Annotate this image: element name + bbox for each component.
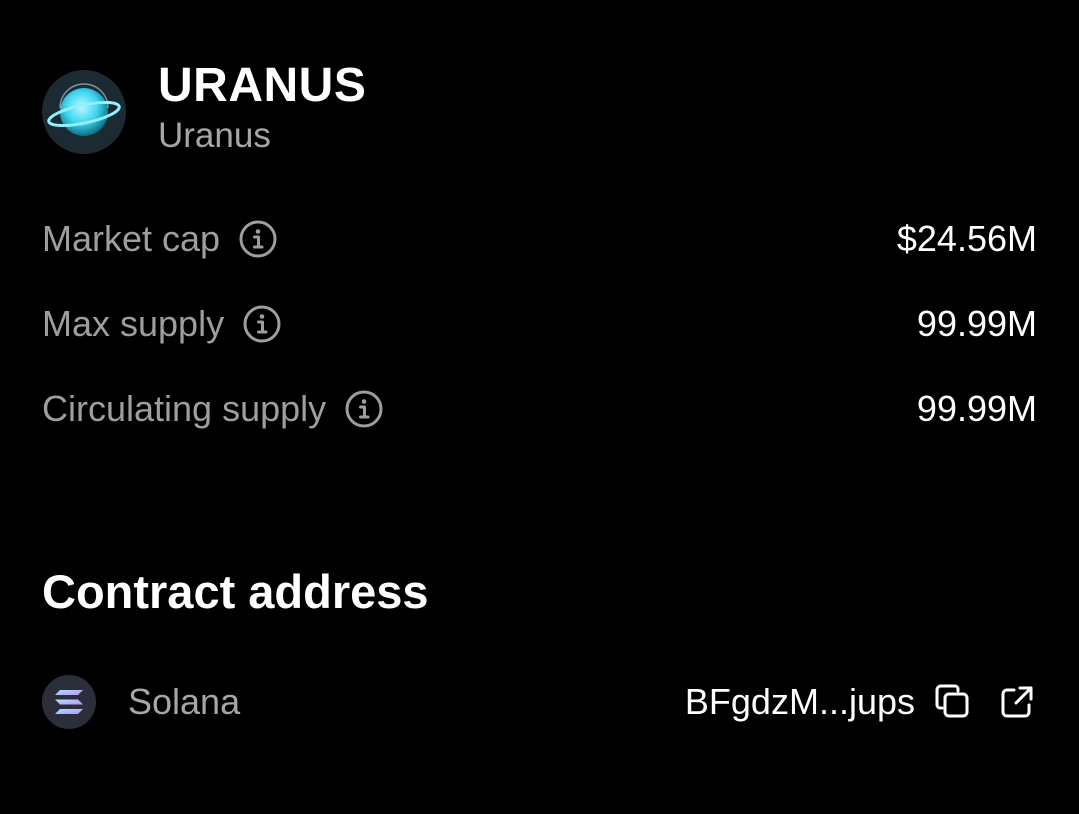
token-stats: Market cap $24.56M Max supply 99.99M Cir…: [42, 214, 1037, 469]
info-icon[interactable]: [238, 219, 278, 259]
info-icon[interactable]: [242, 304, 282, 344]
contract-row: Solana BFgdzM...jups: [42, 674, 1037, 730]
chain-name: Solana: [128, 681, 241, 722]
stat-row-max-supply: Max supply 99.99M: [42, 299, 1037, 349]
contract-address[interactable]: BFgdzM...jups: [685, 681, 915, 723]
external-link-icon[interactable]: [997, 682, 1037, 722]
token-name: Uranus: [158, 116, 271, 155]
token-header: URANUS Uranus: [42, 60, 366, 156]
stat-label: Circulating supply: [42, 388, 327, 429]
stat-label: Market cap: [42, 218, 221, 259]
stat-row-circulating-supply: Circulating supply 99.99M: [42, 384, 1037, 434]
stat-value: 99.99M: [916, 303, 1037, 344]
uranus-planet-logo: [42, 70, 126, 154]
info-icon[interactable]: [344, 389, 384, 429]
solana-logo: [42, 675, 96, 729]
stat-label: Max supply: [42, 303, 225, 344]
copy-icon[interactable]: [933, 682, 973, 722]
token-symbol: URANUS: [158, 59, 367, 112]
stat-value: 99.99M: [916, 388, 1037, 429]
contract-address-title: Contract address: [42, 565, 429, 618]
stat-value: $24.56M: [896, 218, 1037, 259]
stat-row-market-cap: Market cap $24.56M: [42, 214, 1037, 264]
